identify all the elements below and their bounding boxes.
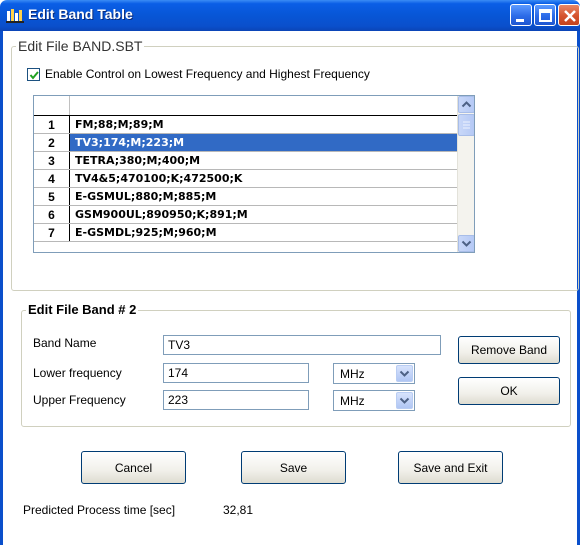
chevron-down-icon — [461, 240, 472, 247]
chevron-down-icon — [399, 370, 410, 377]
edit-file-group-title: Edit File BAND.SBT — [16, 38, 145, 54]
ok-button[interactable]: OK — [458, 377, 560, 405]
band-list-scrollbar[interactable] — [457, 96, 474, 252]
edit-band-group-title: Edit File Band # 2 — [26, 302, 139, 317]
lower-frequency-label: Lower frequency — [33, 366, 122, 380]
band-list-rows: 1 FM;88;M;89;M 2 TV3;174;M;223;M 3 TETRA;380;… — [34, 116, 474, 242]
row-value: E-GSMUL;880;M;885;M — [75, 190, 217, 203]
minimize-button[interactable] — [510, 4, 532, 26]
dialog-body: Edit File BAND.SBT Enable Control on Low… — [0, 31, 580, 545]
chevron-up-icon — [461, 101, 472, 108]
scroll-down-button[interactable] — [458, 235, 474, 252]
upper-unit-value: MHz — [340, 394, 365, 408]
upper-unit-select[interactable]: MHz — [333, 390, 415, 411]
band-list-row[interactable]: 1 FM;88;M;89;M — [34, 116, 474, 134]
predicted-time-label: Predicted Process time [sec] — [23, 503, 176, 517]
row-number: 3 — [34, 152, 70, 169]
band-list-row[interactable]: 4 TV4&5;470100;K;472500;K — [34, 170, 474, 188]
maximize-icon — [539, 9, 552, 22]
enable-control-checkbox-row[interactable]: Enable Control on Lowest Frequency and H… — [27, 67, 370, 81]
row-number: 2 — [34, 134, 70, 151]
chevron-down-icon — [399, 397, 410, 404]
band-list-row[interactable]: 6 GSM900UL;890950;K;891;M — [34, 206, 474, 224]
row-value: TV3;174;M;223;M — [70, 134, 474, 151]
enable-control-checkbox[interactable] — [27, 67, 40, 81]
save-and-exit-button[interactable]: Save and Exit — [398, 451, 503, 484]
upper-frequency-label: Upper Frequency — [33, 393, 126, 407]
maximize-button[interactable] — [534, 4, 556, 26]
row-number: 1 — [34, 116, 70, 133]
lower-frequency-field[interactable]: 174 — [163, 363, 309, 383]
band-name-label: Band Name — [33, 336, 97, 350]
title-bar[interactable]: Edit Band Table — [0, 0, 580, 31]
row-number: 6 — [34, 206, 70, 223]
band-name-field[interactable]: TV3 — [163, 335, 441, 355]
checkmark-icon — [29, 70, 39, 80]
row-number: 5 — [34, 188, 70, 205]
upper-frequency-field[interactable]: 223 — [163, 390, 309, 410]
scroll-up-button[interactable] — [458, 96, 474, 113]
remove-band-button[interactable]: Remove Band — [458, 336, 560, 364]
lower-unit-select[interactable]: MHz — [333, 363, 415, 384]
header-value-col — [70, 96, 474, 115]
row-number: 7 — [34, 224, 70, 241]
lower-unit-dropdown-button[interactable] — [396, 365, 413, 382]
scroll-thumb[interactable] — [458, 114, 474, 136]
row-value: TETRA;380;M;400;M — [75, 154, 201, 167]
app-icon — [6, 9, 24, 23]
window-title: Edit Band Table — [28, 6, 133, 22]
band-list[interactable]: 1 FM;88;M;89;M 2 TV3;174;M;223;M 3 TETRA;380;… — [33, 95, 475, 253]
row-value: GSM900UL;890950;K;891;M — [75, 208, 248, 221]
close-icon — [564, 10, 576, 22]
predicted-time-value: 32,81 — [223, 503, 254, 517]
save-button[interactable]: Save — [241, 451, 346, 484]
enable-control-label: Enable Control on Lowest Frequency and H… — [45, 67, 370, 81]
row-value: FM;88;M;89;M — [75, 118, 164, 131]
row-value: TV4&5;470100;K;472500;K — [75, 172, 243, 185]
row-number: 4 — [34, 170, 70, 187]
band-list-header — [34, 96, 474, 116]
band-list-row[interactable]: 7 E-GSMDL;925;M;960;M — [34, 224, 474, 242]
upper-unit-dropdown-button[interactable] — [396, 392, 413, 409]
header-num-col — [34, 96, 70, 115]
band-list-row[interactable]: 2 TV3;174;M;223;M — [34, 134, 474, 152]
grip-icon — [463, 121, 470, 129]
band-list-row[interactable]: 5 E-GSMUL;880;M;885;M — [34, 188, 474, 206]
band-list-row[interactable]: 3 TETRA;380;M;400;M — [34, 152, 474, 170]
cancel-button[interactable]: Cancel — [81, 451, 186, 484]
close-button[interactable] — [558, 4, 580, 26]
row-value: E-GSMDL;925;M;960;M — [75, 226, 217, 239]
lower-unit-value: MHz — [340, 367, 365, 381]
minimize-icon — [516, 19, 524, 22]
